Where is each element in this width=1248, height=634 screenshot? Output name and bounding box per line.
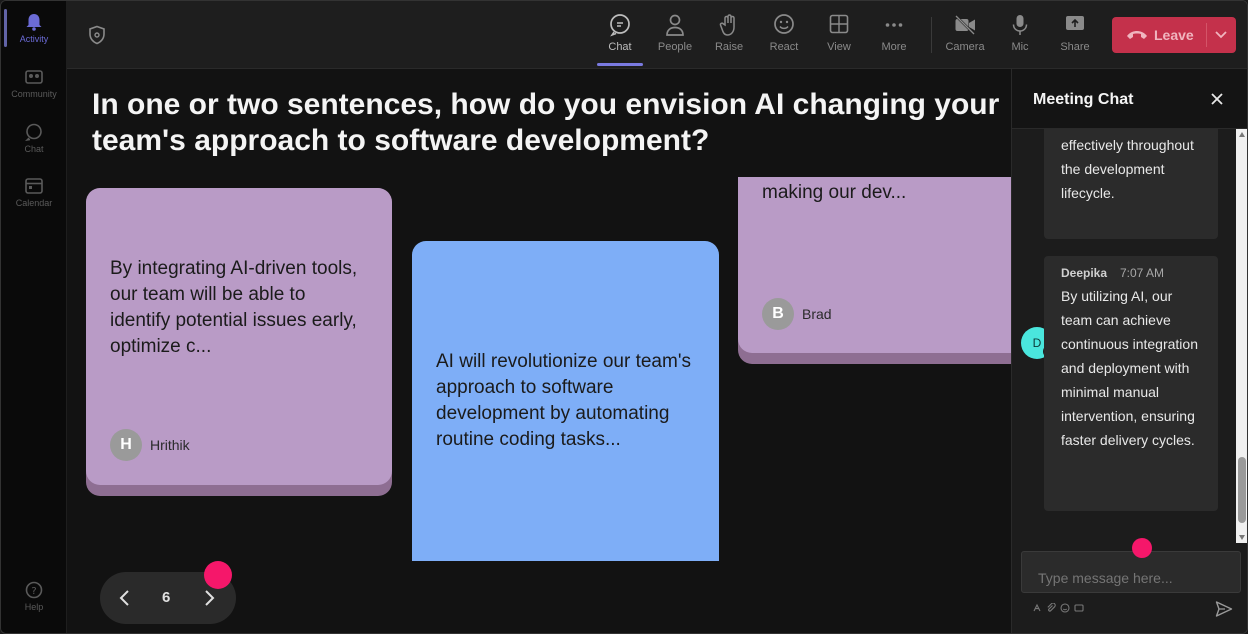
scroll-up-icon[interactable] [1239, 132, 1245, 137]
chevron-right-icon[interactable] [202, 589, 216, 607]
smiley-icon [774, 14, 794, 34]
chat-header: Meeting Chat [1012, 69, 1247, 129]
chevron-left-icon[interactable] [118, 589, 132, 607]
people-icon [666, 14, 684, 36]
sticky-note[interactable]: AI will revolutionize our team's approac… [412, 241, 719, 561]
chat-message-input[interactable] [1021, 551, 1241, 593]
message-text: By utilizing AI, our team can achieve co… [1061, 288, 1198, 448]
chat-button[interactable]: Chat [594, 13, 646, 53]
rail-label: Calendar [15, 198, 53, 208]
mic-button[interactable]: Mic [994, 13, 1046, 53]
whiteboard-stage: In one or two sentences, how do you envi… [67, 69, 1011, 633]
rail-item-activity[interactable]: Activity [1, 13, 67, 44]
chat-scrollbar[interactable] [1236, 129, 1247, 543]
app-rail: Activity Community Chat Calendar ? Help [1, 1, 67, 633]
rail-label: Help [24, 602, 44, 612]
attach-icon[interactable] [1046, 603, 1056, 613]
toolbar-divider [931, 17, 932, 53]
note-text: By integrating AI-driven tools, our team… [110, 258, 358, 357]
message-text: effectively throughout the development l… [1061, 137, 1194, 201]
note-author: Hrithik [150, 437, 190, 453]
rail-item-calendar[interactable]: Calendar [1, 177, 67, 208]
sticky-note[interactable]: making our dev... B Brad [738, 177, 1011, 364]
help-icon: ? [25, 581, 43, 599]
format-icon[interactable] [1032, 603, 1042, 613]
raise-hand-icon [719, 14, 735, 36]
share-screen-icon [1066, 16, 1084, 30]
scrollbar-thumb[interactable] [1238, 457, 1246, 523]
scroll-down-icon[interactable] [1239, 535, 1245, 540]
note-text: AI will revolutionize our team's approac… [436, 351, 691, 450]
mic-icon [1012, 15, 1028, 35]
chat-title: Meeting Chat [1033, 91, 1134, 108]
note-author: Brad [802, 306, 832, 322]
rail-item-help[interactable]: ? Help [1, 581, 67, 612]
send-icon[interactable] [1215, 600, 1233, 618]
note-text: making our dev... [762, 182, 907, 203]
emoji-icon[interactable] [1060, 603, 1070, 613]
message-time: 7:07 AM [1120, 266, 1165, 280]
chat-icon [610, 14, 630, 37]
chat-message: Deepika 7:07 AM By utilizing AI, our tea… [1044, 256, 1218, 511]
avatar: H [110, 429, 142, 461]
meeting-window: Activity Community Chat Calendar ? Help … [0, 0, 1248, 634]
chat-message: effectively throughout the development l… [1044, 129, 1218, 239]
rail-item-community[interactable]: Community [1, 68, 67, 99]
page-number: 6 [162, 589, 171, 606]
rail-item-chat[interactable]: Chat [1, 123, 67, 154]
chat-icon [25, 123, 42, 141]
hang-up-icon [1127, 31, 1147, 39]
react-button[interactable]: React [758, 13, 810, 53]
avatar: B [762, 298, 794, 330]
message-sender: Deepika [1061, 266, 1108, 280]
raise-hand-button[interactable]: Raise [703, 13, 755, 53]
grid-icon [829, 14, 849, 34]
community-icon [25, 70, 43, 84]
meeting-toolbar: Chat People Raise React View More Camera [67, 1, 1247, 69]
more-button[interactable]: More [868, 13, 920, 53]
rail-label: Activity [19, 34, 49, 44]
leave-button[interactable]: Leave [1112, 17, 1236, 53]
camera-off-icon [955, 15, 975, 35]
camera-button[interactable]: Camera [939, 13, 991, 53]
active-tab-indicator [597, 63, 643, 66]
highlight-dot [1132, 538, 1152, 558]
leave-label: Leave [1154, 27, 1194, 43]
share-button[interactable]: Share [1049, 13, 1101, 53]
people-button[interactable]: People [649, 13, 701, 53]
leave-divider [1206, 23, 1207, 47]
chevron-down-icon[interactable] [1214, 29, 1228, 41]
calendar-icon [25, 178, 43, 194]
shield-icon[interactable] [87, 25, 107, 45]
gif-icon[interactable] [1074, 603, 1084, 613]
sticky-note[interactable]: By integrating AI-driven tools, our team… [86, 188, 392, 496]
close-icon[interactable] [1210, 92, 1224, 106]
bell-icon [26, 14, 42, 31]
meeting-chat-panel: Meeting Chat effectively throughout the … [1011, 69, 1247, 633]
chat-message-list: effectively throughout the development l… [1012, 129, 1234, 543]
more-icon [885, 23, 903, 27]
view-button[interactable]: View [813, 13, 865, 53]
svg-text:?: ? [31, 586, 36, 597]
highlight-dot [204, 561, 232, 589]
rail-label: Chat [24, 144, 44, 154]
rail-label: Community [11, 89, 57, 99]
question-title: In one or two sentences, how do you envi… [92, 88, 1000, 157]
